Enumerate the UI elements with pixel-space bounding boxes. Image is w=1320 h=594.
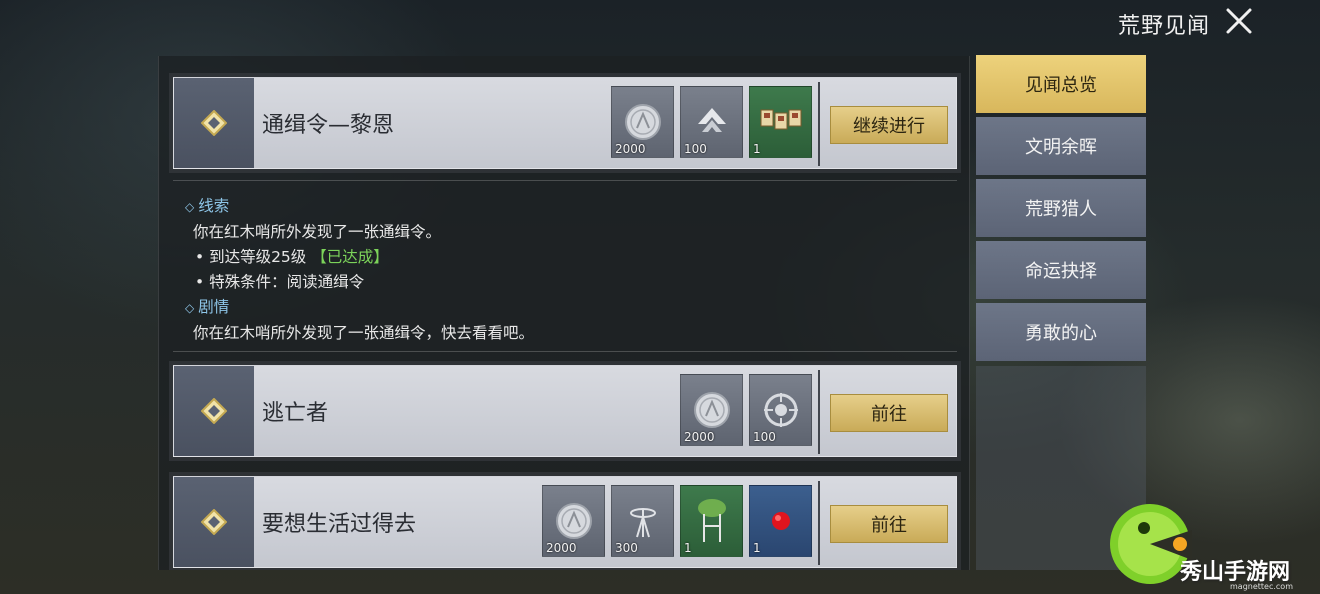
reward-count: 2000 — [684, 430, 715, 444]
diamond-outline-icon: ◇ — [185, 301, 195, 315]
reward-item[interactable]: 2000 — [611, 86, 674, 158]
diamond-icon — [201, 398, 227, 424]
quest-card-make-a-living[interactable]: 要想生活过得去 2000 300 1 1 前往 — [173, 476, 957, 568]
reward-item[interactable]: 1 — [749, 86, 812, 158]
reward-item[interactable]: 2000 — [680, 374, 743, 446]
continue-button[interactable]: 继续进行 — [830, 106, 948, 144]
top-bar: 荒野见闻 — [0, 0, 1320, 44]
reward-item[interactable]: 1 — [680, 485, 743, 557]
reward-list: 2000 100 1 — [611, 86, 812, 158]
plant-stand-icon — [697, 499, 726, 542]
tab-wilderness-hunter[interactable]: 荒野猎人 — [976, 179, 1146, 237]
page-title: 荒野见闻 — [1117, 14, 1210, 39]
reward-item[interactable]: 100 — [749, 374, 812, 446]
reward-count: 2000 — [546, 541, 577, 555]
story-section-title: ◇ 剧情 — [185, 295, 957, 321]
reward-list: 2000 100 — [680, 374, 812, 446]
quest-list-panel: 通缉令—黎恩 2000 100 1 继续进行 ◇ 线索 你在红木哨所外发现了一张… — [158, 56, 970, 570]
reward-count: 300 — [615, 541, 638, 555]
quest-marker — [174, 366, 254, 456]
clue-text: 你在红木哨所外发现了一张通缉令。 — [193, 223, 442, 241]
silver-coin-icon — [624, 104, 661, 140]
diamond-outline-icon: ◇ — [185, 200, 195, 214]
diamond-icon — [201, 509, 227, 535]
divider — [818, 481, 820, 565]
reward-item[interactable]: 300 — [611, 485, 674, 557]
close-icon — [1226, 8, 1252, 34]
silver-coin-icon — [555, 503, 592, 539]
reward-item[interactable]: 2000 — [542, 485, 605, 557]
reward-item[interactable]: 100 — [680, 86, 743, 158]
story-text: 你在红木哨所外发现了一张通缉令，快去看看吧。 — [193, 324, 535, 342]
story-title: 剧情 — [198, 298, 230, 316]
divider — [818, 82, 820, 166]
quest-detail: ◇ 线索 你在红木哨所外发现了一张通缉令。 • 到达等级25级 【已达成】 • 特… — [173, 180, 957, 352]
silver-coin-icon — [693, 392, 730, 428]
clue-title: 线索 — [198, 197, 230, 215]
quest-name: 通缉令—黎恩 — [262, 113, 395, 138]
reward-count: 1 — [753, 541, 761, 555]
quest-card-fugitive[interactable]: 逃亡者 2000 100 前往 — [173, 365, 957, 457]
close-button[interactable] — [1222, 4, 1256, 38]
radio-tower-icon — [629, 508, 656, 538]
quest-name: 要想生活过得去 — [262, 512, 417, 537]
reward-count: 1 — [753, 142, 761, 156]
clue-section-title: ◇ 线索 — [185, 194, 957, 220]
diamond-icon — [201, 110, 227, 136]
go-button[interactable]: 前往 — [830, 394, 948, 432]
category-tabs: 见闻总览 文明余晖 荒野猎人 命运抉择 勇敢的心 — [976, 55, 1146, 365]
divider — [818, 370, 820, 454]
condition-level-text: • 到达等级25级 — [195, 248, 307, 266]
reward-count: 1 — [684, 541, 692, 555]
emblem-badge-icon — [763, 393, 798, 427]
tab-civilization-afterglow[interactable]: 文明余晖 — [976, 117, 1146, 175]
quest-card-wanted-lien[interactable]: 通缉令—黎恩 2000 100 1 继续进行 — [173, 77, 957, 169]
tab-fate-choice[interactable]: 命运抉择 — [976, 241, 1146, 299]
reward-count: 100 — [684, 142, 707, 156]
quest-marker — [174, 477, 254, 567]
experience-arrow-icon — [697, 108, 726, 132]
condition-special: • 特殊条件：阅读通缉令 — [195, 273, 365, 291]
reward-count: 2000 — [615, 142, 646, 156]
reward-item[interactable]: 1 — [749, 485, 812, 557]
tab-brave-heart[interactable]: 勇敢的心 — [976, 303, 1146, 361]
quest-marker — [174, 78, 254, 168]
wanted-posters-icon — [760, 109, 801, 130]
quest-name: 逃亡者 — [262, 401, 329, 426]
condition-level: • 到达等级25级 【已达成】 — [185, 245, 957, 270]
achieved-badge: 【已达成】 — [311, 248, 389, 266]
reward-list: 2000 300 1 1 — [542, 485, 812, 557]
tab-overview[interactable]: 见闻总览 — [976, 55, 1146, 113]
watermark-subtext: magnettec.com — [1230, 582, 1293, 591]
reward-count: 100 — [753, 430, 776, 444]
go-button[interactable]: 前往 — [830, 505, 948, 543]
red-ball-icon — [771, 512, 790, 530]
